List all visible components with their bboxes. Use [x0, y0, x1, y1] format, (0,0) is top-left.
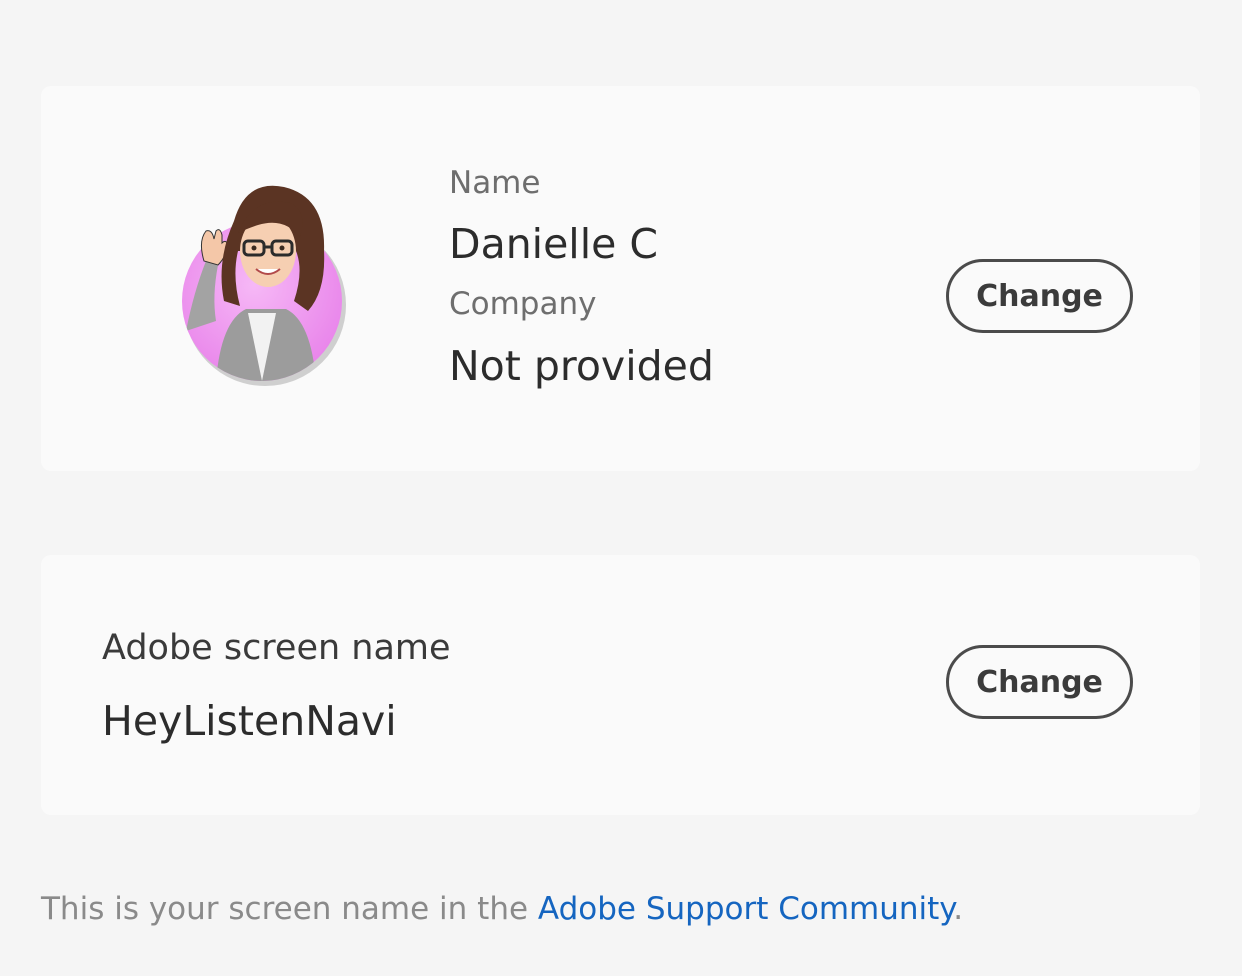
avatar[interactable]	[176, 181, 348, 401]
screen-name-label: Adobe screen name	[102, 628, 451, 668]
name-label: Name	[449, 165, 541, 201]
change-profile-button[interactable]: Change	[946, 259, 1133, 333]
support-community-link[interactable]: Adobe Support Community	[538, 891, 953, 927]
profile-card: Name Danielle C Company Not provided Cha…	[41, 86, 1200, 471]
company-value: Not provided	[449, 342, 714, 390]
memoji-avatar-icon	[182, 185, 346, 386]
screen-name-value: HeyListenNavi	[102, 697, 397, 745]
company-label: Company	[449, 286, 597, 322]
change-screen-name-button[interactable]: Change	[946, 645, 1133, 719]
screen-name-note: This is your screen name in the Adobe Su…	[41, 891, 963, 927]
name-value: Danielle C	[449, 220, 658, 268]
note-suffix: .	[953, 891, 964, 927]
note-prefix: This is your screen name in the	[41, 891, 538, 927]
screen-name-card: Adobe screen name HeyListenNavi Change	[41, 555, 1200, 815]
